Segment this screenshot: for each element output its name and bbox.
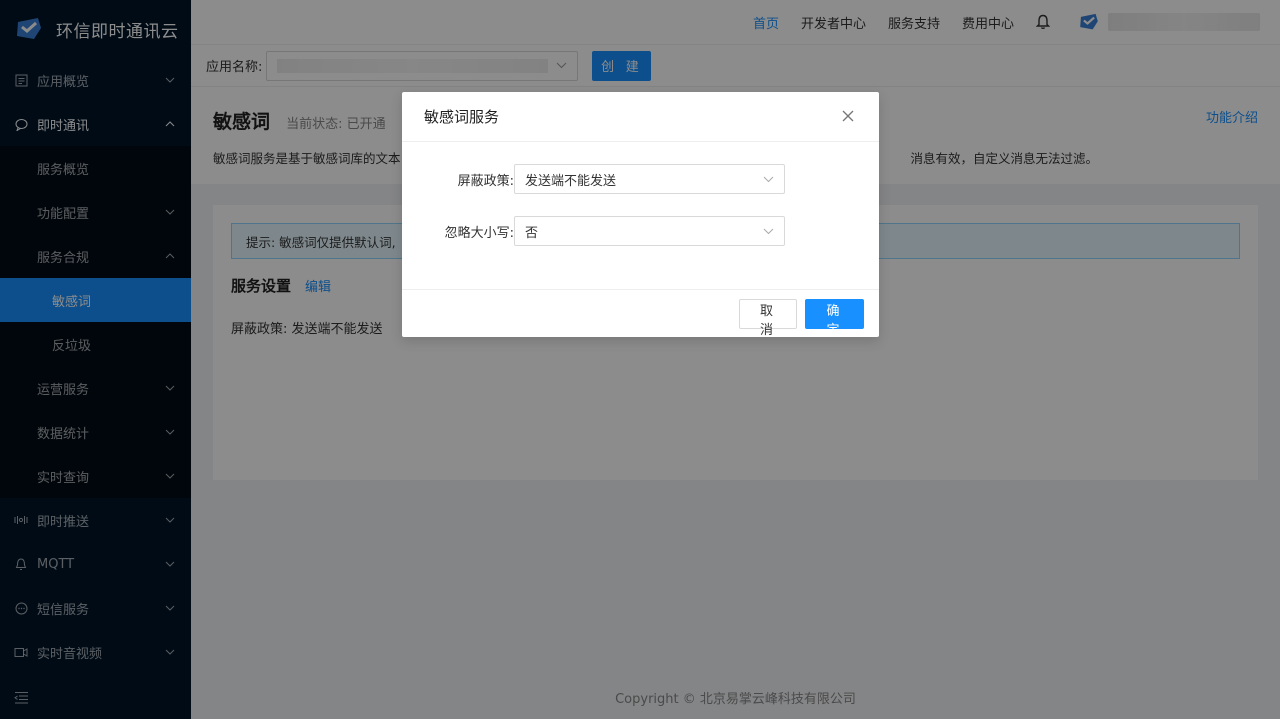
confirm-button[interactable]: 确 定: [805, 298, 864, 337]
form-row-block-policy: 屏蔽政策: 发送端不能发送: [402, 164, 879, 194]
modal-header: 敏感词服务: [402, 92, 879, 142]
block-policy-label: 屏蔽政策:: [457, 173, 514, 189]
ignore-case-select[interactable]: 否: [514, 216, 785, 246]
chevron-down-icon: [763, 224, 774, 239]
sensitive-words-modal: 敏感词服务 屏蔽政策: 发送端不能发送 忽略大小写: 否 取 消 确 定: [402, 92, 879, 337]
cancel-button[interactable]: 取 消: [739, 298, 797, 337]
modal-footer: 取 消 确 定: [402, 289, 879, 337]
ignore-case-value: 否: [525, 225, 539, 241]
block-policy-select[interactable]: 发送端不能发送: [514, 164, 785, 194]
form-row-ignore-case: 忽略大小写: 否: [402, 216, 879, 246]
block-policy-value: 发送端不能发送: [525, 173, 617, 189]
ignore-case-label: 忽略大小写:: [444, 225, 514, 241]
modal-body: 屏蔽政策: 发送端不能发送 忽略大小写: 否: [402, 142, 879, 289]
chevron-down-icon: [763, 172, 774, 187]
close-icon[interactable]: [841, 109, 857, 125]
modal-title: 敏感词服务: [424, 108, 500, 126]
